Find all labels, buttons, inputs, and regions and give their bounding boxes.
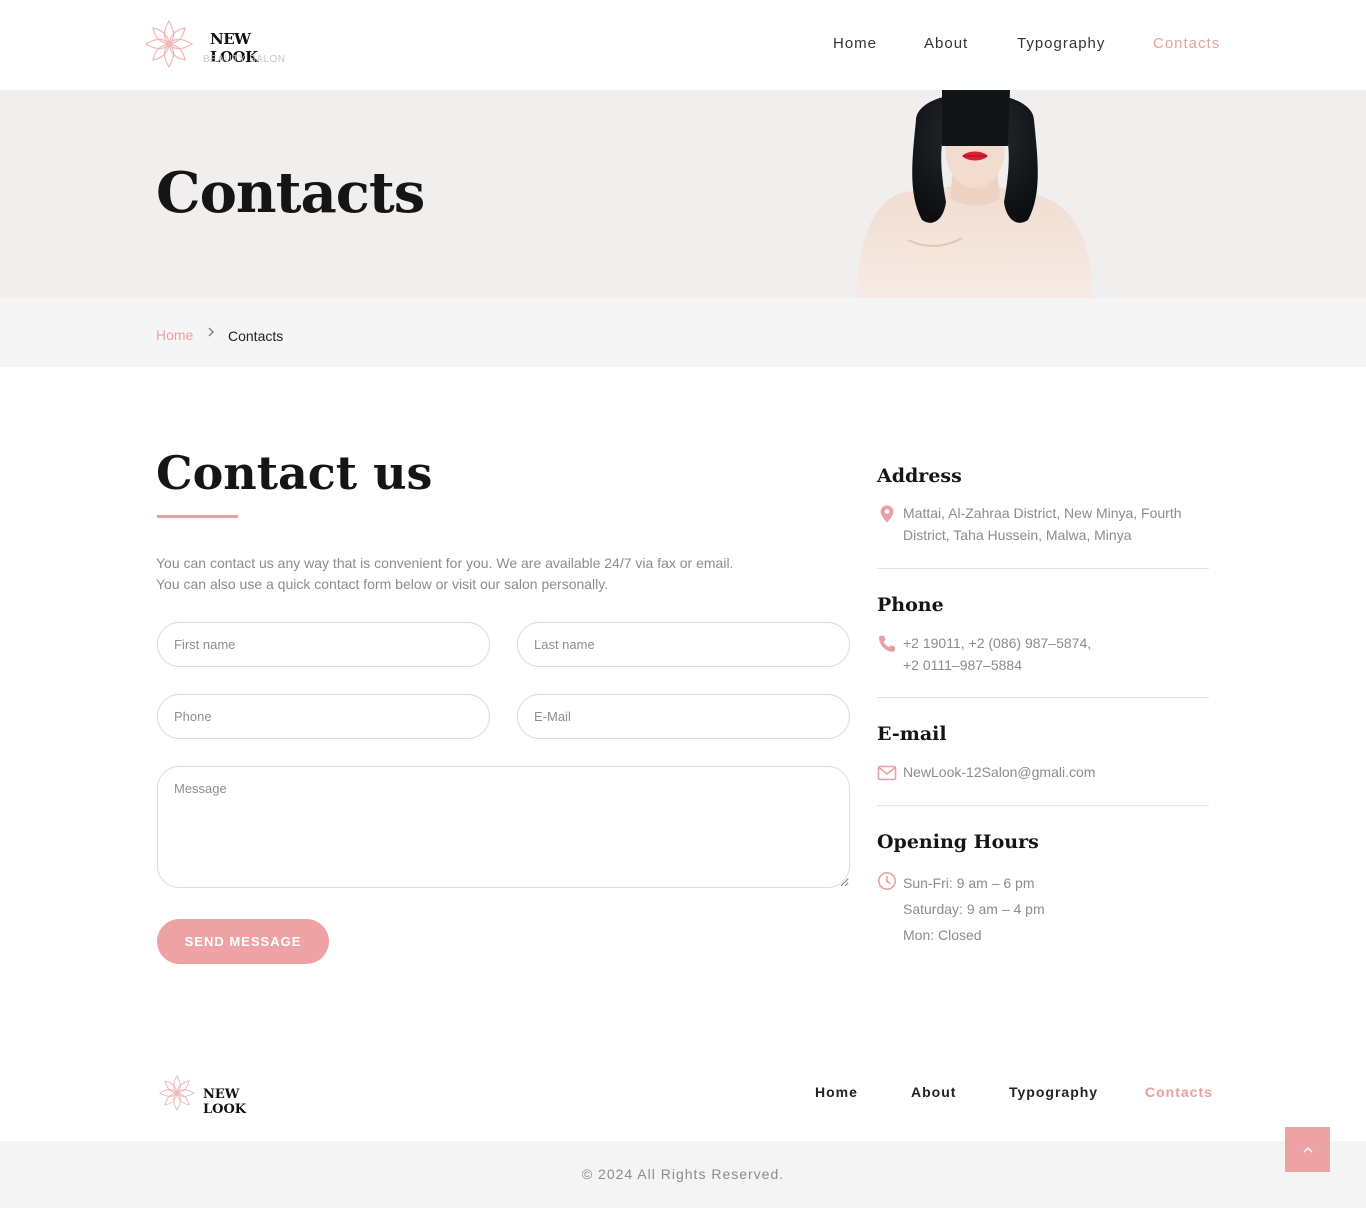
brand-tagline: BEAUTY SALON bbox=[203, 54, 286, 65]
contact-intro-line2: You can also use a quick contact form be… bbox=[156, 576, 609, 592]
address-heading: Address bbox=[877, 465, 962, 487]
breadcrumb-current: Contacts bbox=[228, 328, 284, 344]
clock-icon bbox=[878, 872, 896, 890]
site-header: NEW LOOK BEAUTY SALON Home About Typogra… bbox=[0, 0, 1366, 90]
lotus-logo-icon bbox=[144, 19, 194, 69]
contact-intro: You can contact us any way that is conve… bbox=[156, 553, 796, 595]
message-textarea[interactable] bbox=[157, 766, 850, 888]
page-hero: Contacts bbox=[0, 90, 1366, 298]
hours-text: Sun-Fri: 9 am – 6 pm Saturday: 9 am – 4 … bbox=[903, 870, 1213, 948]
divider bbox=[877, 568, 1209, 569]
email-heading: E-mail bbox=[877, 723, 947, 745]
lotus-logo-icon bbox=[159, 1075, 195, 1111]
nav-contacts[interactable]: Contacts bbox=[1153, 35, 1220, 52]
hours-heading: Opening Hours bbox=[877, 831, 1039, 853]
phone-line2[interactable]: +2 0111–987–5884 bbox=[903, 657, 1022, 673]
footer-nav-about[interactable]: About bbox=[911, 1084, 956, 1100]
hours-line: Sun-Fri: 9 am – 6 pm bbox=[903, 875, 1035, 891]
last-name-input[interactable] bbox=[517, 622, 850, 667]
copyright-text: © 2024 All Rights Reserved. bbox=[581, 1166, 785, 1182]
phone-line1[interactable]: +2 19011, +2 (086) 987–5874, bbox=[903, 635, 1091, 651]
nav-typography[interactable]: Typography bbox=[1017, 35, 1105, 52]
email-link[interactable]: NewLook-12Salon@gmali.com bbox=[903, 764, 1095, 780]
back-to-top-button[interactable] bbox=[1285, 1127, 1330, 1172]
email-input[interactable] bbox=[517, 694, 850, 739]
contact-heading: Contact us bbox=[156, 446, 433, 500]
brand-logo[interactable]: NEW LOOK BEAUTY SALON bbox=[142, 17, 302, 72]
contact-intro-line1: You can contact us any way that is conve… bbox=[156, 555, 734, 571]
phone-heading: Phone bbox=[877, 594, 944, 616]
phone-input[interactable] bbox=[157, 694, 490, 739]
chevron-right-icon bbox=[208, 327, 214, 337]
hours-line: Mon: Closed bbox=[903, 927, 982, 943]
footer-bottom-bar: © 2024 All Rights Reserved. bbox=[0, 1141, 1366, 1208]
divider bbox=[877, 805, 1209, 806]
hours-line: Saturday: 9 am – 4 pm bbox=[903, 901, 1045, 917]
footer-logo[interactable]: NEW LOOK bbox=[157, 1073, 277, 1117]
send-message-button[interactable]: SEND MESSAGE bbox=[157, 919, 329, 964]
address-line2: District, Taha Hussein, Malwa, Minya bbox=[903, 526, 1132, 543]
chevron-up-icon bbox=[1303, 1146, 1312, 1152]
address-text: Mattai, Al-Zahraa District, New Minya, F… bbox=[903, 503, 1213, 546]
map-pin-icon bbox=[880, 505, 894, 523]
nav-home[interactable]: Home bbox=[833, 35, 877, 52]
phone-text: +2 19011, +2 (086) 987–5874, +2 0111–987… bbox=[903, 633, 1213, 676]
email-text: NewLook-12Salon@gmali.com bbox=[903, 762, 1213, 784]
heading-underline bbox=[157, 515, 238, 518]
mail-icon bbox=[877, 765, 897, 781]
footer-nav-home[interactable]: Home bbox=[815, 1084, 858, 1100]
footer-nav-typography[interactable]: Typography bbox=[1009, 1084, 1098, 1100]
phone-icon bbox=[879, 635, 895, 652]
nav-about[interactable]: About bbox=[924, 35, 968, 52]
page-title: Contacts bbox=[156, 160, 425, 226]
breadcrumb: Home Contacts bbox=[0, 298, 1366, 367]
first-name-input[interactable] bbox=[157, 622, 490, 667]
breadcrumb-home-link[interactable]: Home bbox=[156, 327, 193, 343]
hero-model-image bbox=[857, 90, 1093, 298]
divider bbox=[877, 697, 1209, 698]
footer-brand-name: NEW LOOK bbox=[203, 1087, 247, 1117]
footer-nav-contacts[interactable]: Contacts bbox=[1145, 1084, 1213, 1100]
address-line1: Mattai, Al-Zahraa District, New Minya, F… bbox=[903, 505, 1182, 521]
